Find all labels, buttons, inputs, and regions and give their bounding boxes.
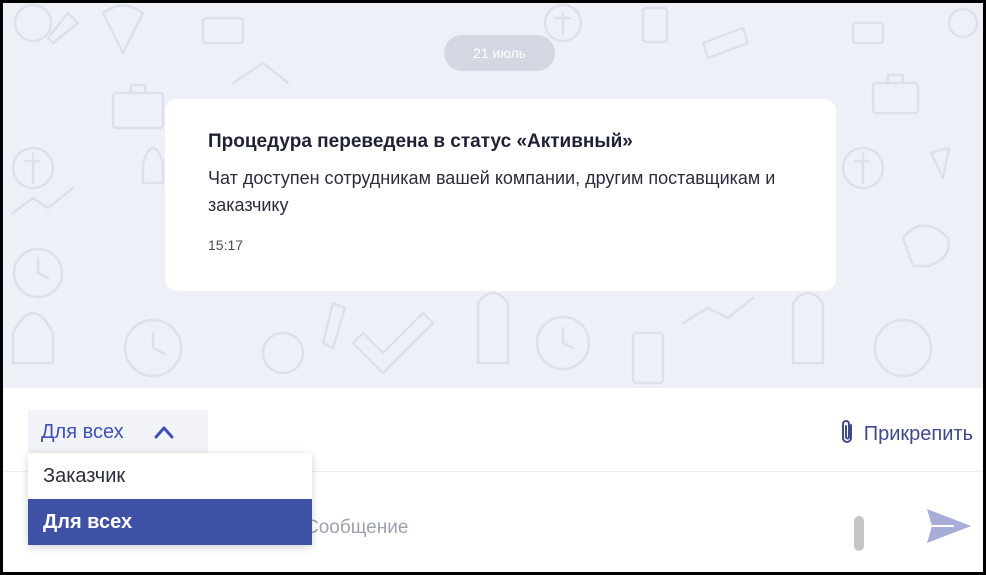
attach-label: Прикрепить (863, 423, 973, 445)
chevron-up-icon (154, 425, 174, 439)
message-input[interactable] (303, 512, 827, 544)
message-title: Процедура переведена в статус «Активный» (208, 131, 633, 152)
message-body: Чат доступен сотрудникам вашей компании,… (208, 168, 776, 215)
send-icon (927, 509, 971, 543)
attach-button[interactable]: Прикрепить (838, 418, 973, 451)
audience-option-all[interactable]: Для всех (28, 499, 312, 545)
message-timestamp: 15:17 (208, 237, 244, 253)
system-message-card: Процедура переведена в статус «Активный»… (165, 99, 836, 291)
audience-dropdown-menu: Заказчик Для всех (28, 453, 312, 545)
audience-option-customer[interactable]: Заказчик (28, 453, 312, 499)
send-button[interactable] (924, 506, 974, 551)
audience-selected-label: Для всех (41, 420, 124, 443)
chat-window: 21 июль Процедура переведена в статус «А… (3, 3, 983, 572)
audience-selector[interactable]: Для всех (28, 410, 208, 454)
date-divider: 21 июль (444, 35, 555, 71)
chat-history: 21 июль Процедура переведена в статус «А… (3, 3, 983, 388)
paperclip-icon (838, 418, 856, 451)
input-scrollbar[interactable] (854, 516, 864, 551)
